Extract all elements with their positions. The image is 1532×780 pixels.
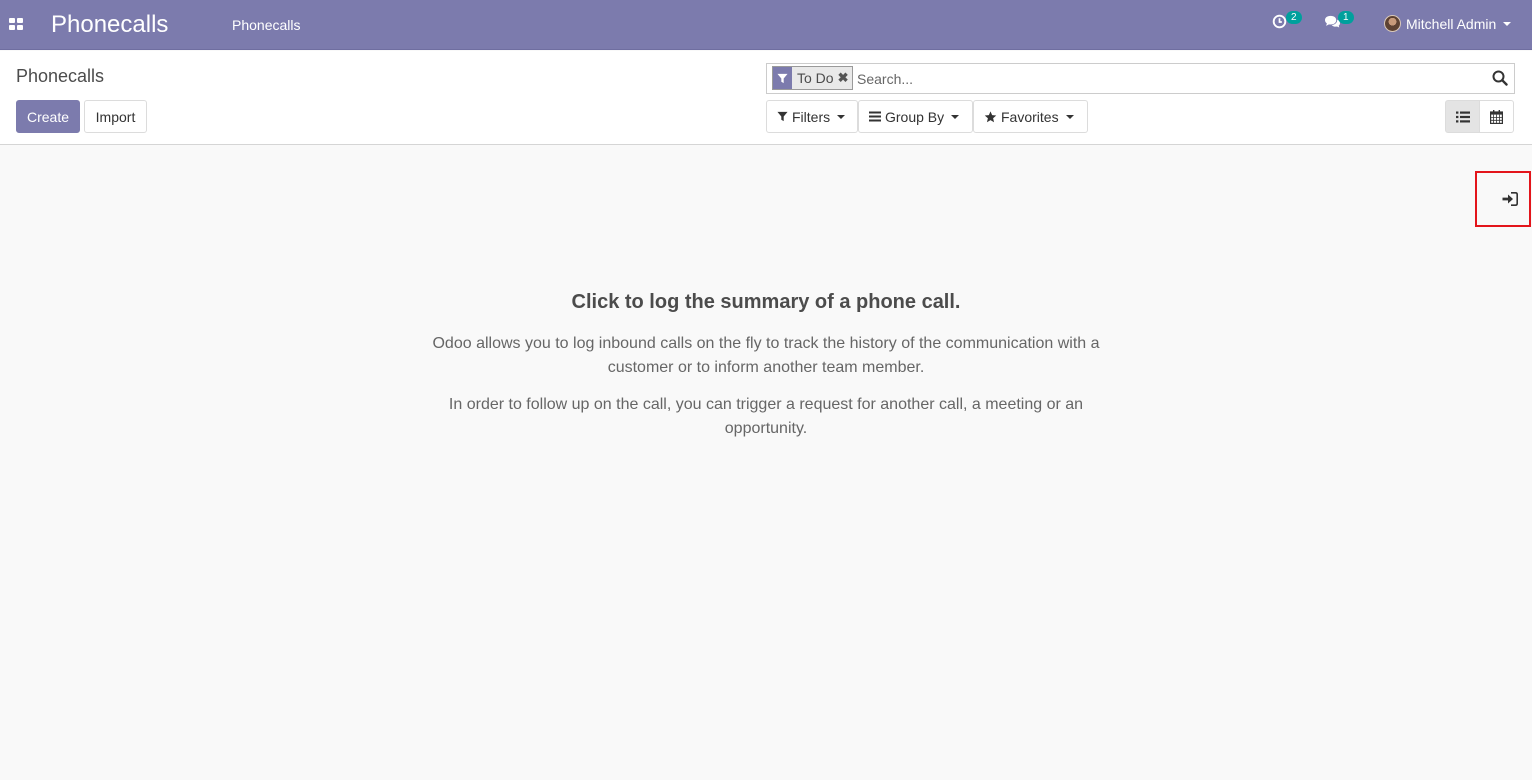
filters-label: Filters bbox=[792, 108, 831, 125]
messaging-menu[interactable]: 1 bbox=[1324, 11, 1354, 32]
app-brand[interactable]: Phonecalls bbox=[51, 11, 168, 39]
filter-icon bbox=[773, 67, 792, 89]
search-bar[interactable]: To Do ✖ bbox=[766, 63, 1515, 94]
filter-icon bbox=[777, 111, 788, 122]
favorites-dropdown[interactable]: Favorites bbox=[973, 100, 1088, 133]
chevron-down-icon bbox=[837, 114, 846, 119]
side-panel-toggle[interactable] bbox=[1475, 171, 1531, 227]
chevron-down-icon bbox=[1503, 21, 1512, 26]
create-button[interactable]: Create bbox=[16, 100, 80, 133]
helper-title: Click to log the summary of a phone call… bbox=[571, 291, 961, 313]
sign-in-icon bbox=[1502, 192, 1518, 206]
control-panel: Phonecalls Create Import To Do ✖ Filters bbox=[0, 51, 1532, 145]
avatar bbox=[1384, 15, 1401, 32]
filters-dropdown[interactable]: Filters bbox=[766, 100, 858, 133]
facet-label: To Do bbox=[797, 70, 834, 86]
star-icon bbox=[984, 110, 997, 123]
activity-menu[interactable]: 2 bbox=[1272, 11, 1302, 32]
groupby-dropdown[interactable]: Group By bbox=[858, 100, 973, 133]
calendar-view-button[interactable] bbox=[1479, 100, 1514, 133]
groupby-label: Group By bbox=[885, 108, 945, 125]
close-icon[interactable]: ✖ bbox=[838, 67, 852, 89]
helper-paragraph-2: In order to follow up on the call, you c… bbox=[448, 396, 1084, 437]
user-name: Mitchell Admin bbox=[1406, 15, 1497, 32]
helper-paragraph-1: Odoo allows you to log inbound calls on … bbox=[432, 335, 1100, 376]
user-menu[interactable]: Mitchell Admin bbox=[1384, 15, 1512, 32]
apps-grid-icon[interactable] bbox=[9, 18, 23, 30]
list-view-button[interactable] bbox=[1445, 100, 1480, 133]
import-button[interactable]: Import bbox=[84, 100, 147, 133]
search-facet-todo[interactable]: To Do ✖ bbox=[772, 66, 853, 90]
messages-count-badge: 1 bbox=[1338, 11, 1354, 24]
favorites-label: Favorites bbox=[1001, 108, 1059, 125]
bars-icon bbox=[869, 111, 881, 122]
search-icon[interactable] bbox=[1492, 70, 1508, 89]
calendar-icon bbox=[1490, 109, 1503, 124]
activity-count-badge: 2 bbox=[1286, 11, 1302, 24]
no-content-helper: Click to log the summary of a phone call… bbox=[416, 291, 1116, 454]
chevron-down-icon bbox=[1065, 114, 1074, 119]
menu-item-phonecalls[interactable]: Phonecalls bbox=[232, 17, 301, 33]
top-navbar: Phonecalls Phonecalls 2 1 Mitchell Admin bbox=[0, 0, 1532, 50]
page-title: Phonecalls bbox=[16, 66, 105, 86]
list-icon bbox=[1455, 111, 1470, 122]
clock-icon bbox=[1272, 14, 1287, 29]
chevron-down-icon bbox=[951, 114, 960, 119]
search-input[interactable] bbox=[857, 69, 1477, 89]
